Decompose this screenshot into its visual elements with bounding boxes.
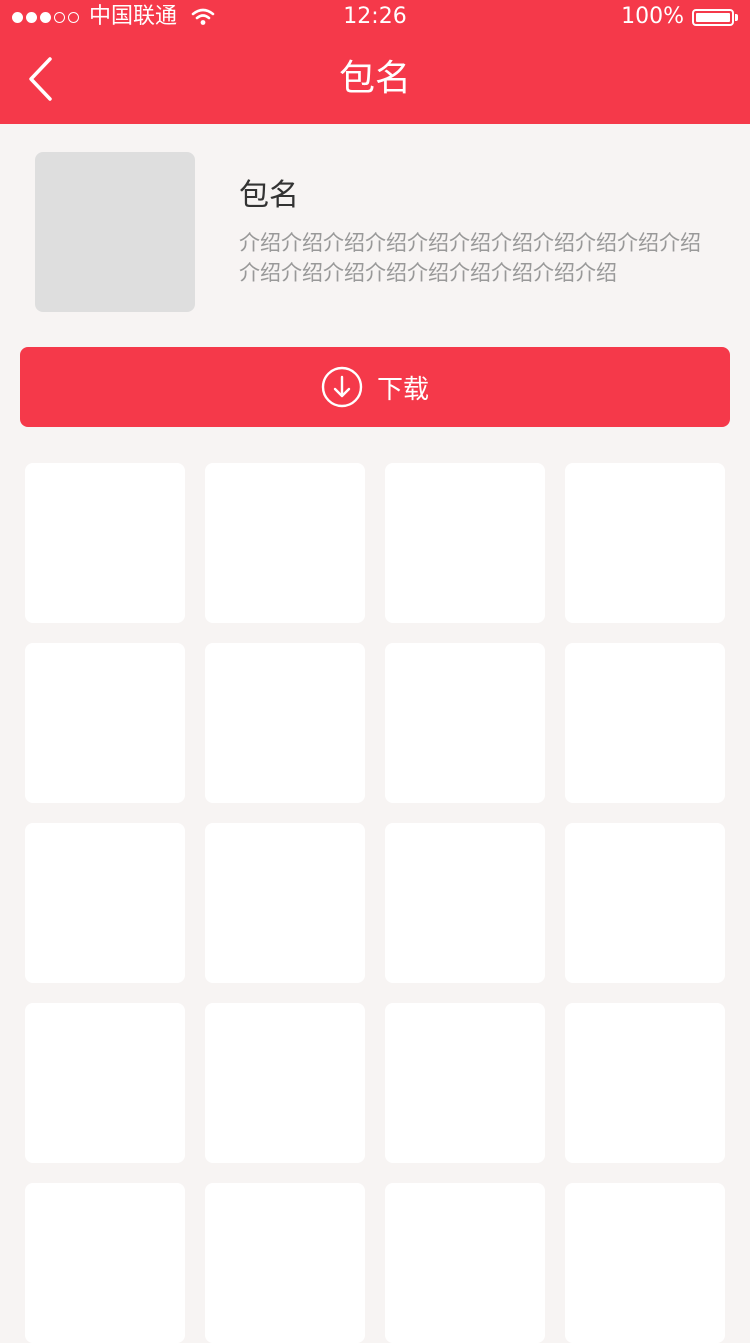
grid-item[interactable] (25, 1003, 185, 1163)
page-title: 包名 (338, 58, 411, 99)
sticker-grid (25, 463, 725, 1343)
grid-item[interactable] (385, 463, 545, 623)
grid-item[interactable] (205, 1003, 365, 1163)
grid-item[interactable] (205, 1183, 365, 1343)
grid-item[interactable] (25, 1183, 185, 1343)
status-bar: 中国联通 12:26 100% (0, 0, 750, 34)
battery-percent: 100% (621, 4, 684, 29)
grid-item[interactable] (205, 463, 365, 623)
battery-fill (696, 12, 730, 22)
battery-cap (735, 13, 738, 21)
grid-item[interactable] (385, 643, 545, 803)
package-description: 介绍介绍介绍介绍介绍介绍介绍介绍介绍介绍介绍介绍介绍介绍介绍介绍介绍介绍介绍介绍 (239, 231, 701, 285)
package-cover-image (35, 152, 195, 312)
grid-item[interactable] (25, 643, 185, 803)
grid-item[interactable] (565, 1003, 725, 1163)
grid-item[interactable] (385, 1003, 545, 1163)
status-right: 100% (621, 4, 738, 30)
grid-item[interactable] (385, 1183, 545, 1343)
download-button[interactable]: 下载 (20, 347, 730, 427)
download-circle-icon (321, 366, 363, 408)
grid-item[interactable] (205, 823, 365, 983)
grid-item[interactable] (565, 463, 725, 623)
grid-item[interactable] (565, 643, 725, 803)
nav-bar: 包名 (0, 34, 750, 124)
grid-item[interactable] (565, 823, 725, 983)
battery-icon (692, 8, 738, 26)
grid-item[interactable] (565, 1183, 725, 1343)
grid-item[interactable] (25, 823, 185, 983)
grid-item[interactable] (25, 463, 185, 623)
package-name: 包名 (239, 178, 299, 213)
grid-item[interactable] (205, 643, 365, 803)
grid-item[interactable] (385, 823, 545, 983)
battery-body (692, 8, 734, 26)
download-button-label: 下载 (376, 374, 429, 405)
